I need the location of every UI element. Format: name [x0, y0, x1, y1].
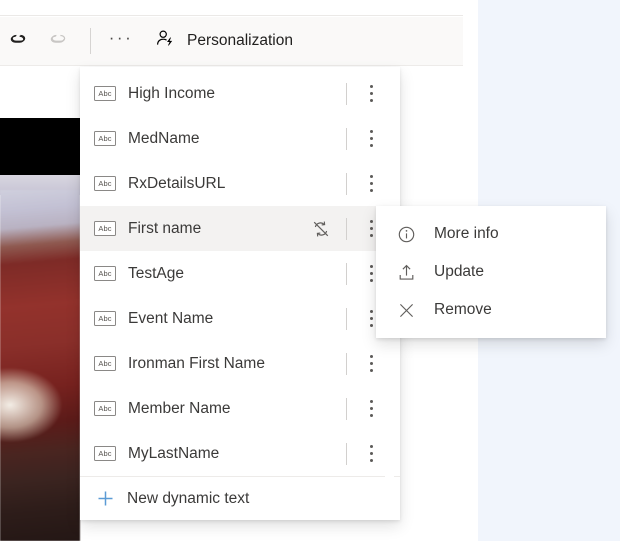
upload-icon [396, 263, 416, 282]
row-divider [346, 218, 347, 240]
dynamic-text-list: AbcHigh IncomeAbcMedNameAbcRxDetailsURLA… [80, 71, 400, 476]
formatting-toolbar: ··· Personalization [0, 17, 463, 66]
plus-icon [96, 489, 115, 508]
personalization-button[interactable]: Personalization [141, 21, 303, 61]
close-x-icon [396, 301, 416, 320]
row-divider [346, 308, 347, 330]
context-menu-item-label: More info [434, 225, 499, 243]
abc-type-icon: Abc [94, 131, 116, 146]
dynamic-text-dropdown: AbcHigh IncomeAbcMedNameAbcRxDetailsURLA… [80, 67, 400, 520]
row-divider [346, 128, 347, 150]
app-window: ··· Personalization AbcHigh IncomeAbcMed… [0, 0, 620, 541]
abc-type-icon: Abc [94, 221, 116, 236]
row-more-options-icon[interactable] [360, 394, 382, 424]
row-context-menu: More info Update Remove [376, 206, 606, 338]
info-circle-icon [396, 225, 416, 244]
new-dynamic-text-label: New dynamic text [127, 490, 249, 508]
dynamic-text-row[interactable]: AbcFirst name [80, 206, 400, 251]
abc-type-icon: Abc [94, 446, 116, 461]
canvas-background-top [0, 67, 80, 118]
abc-type-icon: Abc [94, 176, 116, 191]
context-menu-item[interactable]: Update [376, 253, 606, 291]
row-divider [346, 83, 347, 105]
dynamic-text-row[interactable]: AbcMyLastName [80, 431, 400, 476]
row-more-options-icon[interactable] [360, 79, 382, 109]
abc-type-icon: Abc [94, 266, 116, 281]
canvas-black-block [0, 118, 80, 176]
link-icon-button[interactable] [0, 21, 40, 61]
row-more-options-icon[interactable] [360, 349, 382, 379]
abc-type-icon: Abc [94, 86, 116, 101]
unlink-icon [49, 28, 71, 55]
toolbar-separator [90, 28, 91, 54]
row-more-options-icon[interactable] [360, 439, 382, 469]
link-icon [9, 28, 31, 55]
dynamic-text-row[interactable]: AbcEvent Name [80, 296, 400, 341]
dynamic-text-row[interactable]: AbcMedName [80, 116, 400, 161]
row-divider [346, 263, 347, 285]
dynamic-text-row[interactable]: AbcHigh Income [80, 71, 400, 116]
context-menu-item[interactable]: More info [376, 215, 606, 253]
new-dynamic-text-button[interactable]: New dynamic text [80, 476, 400, 520]
abc-type-icon: Abc [94, 311, 116, 326]
dynamic-text-row[interactable]: AbcIronman First Name [80, 341, 400, 386]
abc-type-icon: Abc [94, 356, 116, 371]
row-divider [346, 173, 347, 195]
row-divider [346, 443, 347, 465]
row-divider [346, 398, 347, 420]
row-divider [346, 353, 347, 375]
dynamic-text-row[interactable]: AbcRxDetailsURL [80, 161, 400, 206]
top-strip [0, 0, 463, 16]
dynamic-text-row[interactable]: AbcMember Name [80, 386, 400, 431]
dynamic-text-row[interactable]: AbcTestAge [80, 251, 400, 296]
context-menu-item-label: Update [434, 263, 484, 281]
sync-disabled-icon[interactable] [312, 220, 330, 238]
abc-type-icon: Abc [94, 401, 116, 416]
personalization-label: Personalization [187, 32, 293, 50]
context-menu-item-label: Remove [434, 301, 492, 319]
context-menu-item[interactable]: Remove [376, 291, 606, 329]
row-more-options-icon[interactable] [360, 124, 382, 154]
unlink-icon-button [40, 21, 80, 61]
canvas-background-photo [0, 190, 80, 541]
overflow-menu-button[interactable]: ··· [101, 21, 141, 61]
row-more-options-icon[interactable] [360, 169, 382, 199]
person-lightning-icon [155, 28, 176, 54]
